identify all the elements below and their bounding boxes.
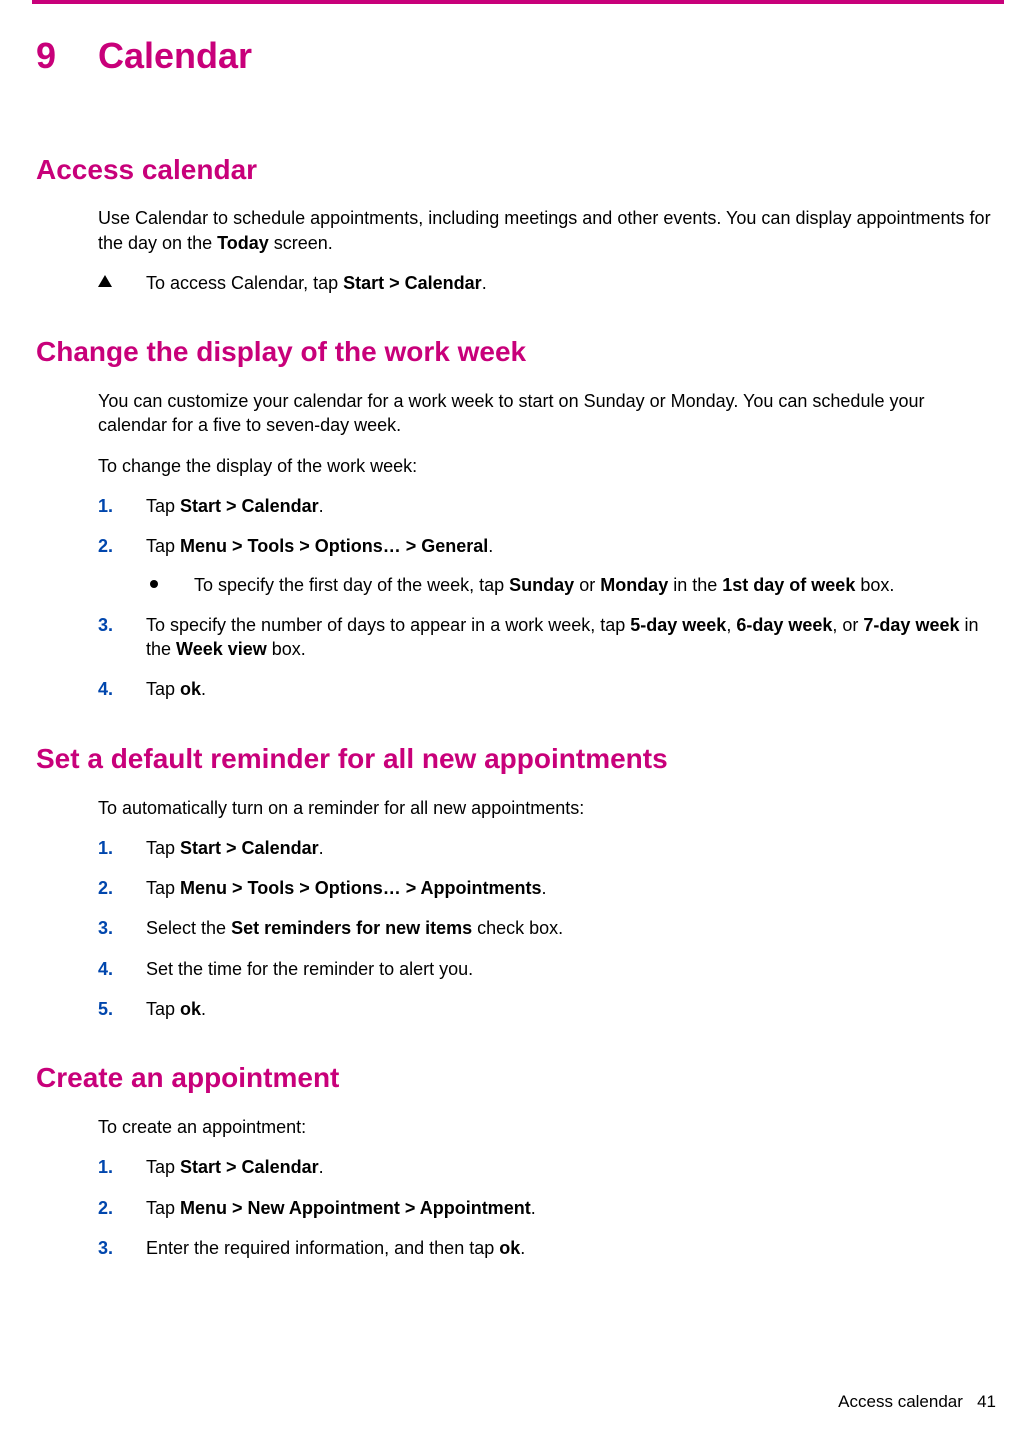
step-item: Set the time for the reminder to alert y… (98, 957, 996, 981)
page-content: 9Calendar Access calendar Use Calendar t… (0, 4, 1032, 1260)
section-intro: You can customize your calendar for a wo… (98, 389, 996, 438)
section-heading: Access calendar (36, 151, 996, 189)
step-item: Tap ok. (98, 677, 996, 701)
step-item: Tap Menu > Tools > Options… > General.To… (98, 534, 996, 597)
section-heading: Change the display of the work week (36, 333, 996, 371)
sub-list: To specify the first day of the week, ta… (146, 573, 996, 597)
bullet-item: To access Calendar, tap Start > Calendar… (98, 271, 996, 295)
steps-list: Tap Start > Calendar. Tap Menu > Tools > … (98, 494, 996, 702)
section-lead: To automatically turn on a reminder for … (98, 796, 996, 820)
section-lead: To create an appointment: (98, 1115, 996, 1139)
step-item: Tap Start > Calendar. (98, 1155, 996, 1179)
section-default-reminder: Set a default reminder for all new appoi… (36, 740, 996, 1022)
page-footer: Access calendar 41 (838, 1391, 996, 1414)
section-lead: To change the display of the work week: (98, 454, 996, 478)
chapter-heading: 9Calendar (36, 32, 996, 81)
steps-list: Tap Start > Calendar. Tap Menu > New Appo… (98, 1155, 996, 1260)
step-item: Select the Set reminders for new items c… (98, 916, 996, 940)
step-item: Tap Start > Calendar. (98, 836, 996, 860)
steps-list: Tap Start > Calendar. Tap Menu > Tools > … (98, 836, 996, 1021)
chapter-title: Calendar (98, 35, 252, 76)
step-item: Tap Start > Calendar. (98, 494, 996, 518)
step-item: Enter the required information, and then… (98, 1236, 996, 1260)
section-heading: Create an appointment (36, 1059, 996, 1097)
footer-page-number: 41 (977, 1392, 996, 1411)
bullet-text: To access Calendar, tap Start > Calendar… (146, 271, 996, 295)
sub-item: To specify the first day of the week, ta… (146, 573, 996, 597)
triangle-icon (98, 271, 146, 295)
section-access-calendar: Access calendar Use Calendar to schedule… (36, 151, 996, 296)
chapter-number: 9 (36, 32, 98, 81)
section-work-week: Change the display of the work week You … (36, 333, 996, 701)
step-item: Tap Menu > Tools > Options… > Appointmen… (98, 876, 996, 900)
step-item: Tap Menu > New Appointment > Appointment… (98, 1196, 996, 1220)
footer-title: Access calendar (838, 1392, 963, 1411)
step-item: To specify the number of days to appear … (98, 613, 996, 662)
section-intro: Use Calendar to schedule appointments, i… (98, 206, 996, 255)
step-item: Tap ok. (98, 997, 996, 1021)
section-heading: Set a default reminder for all new appoi… (36, 740, 996, 778)
section-create-appointment: Create an appointment To create an appoi… (36, 1059, 996, 1260)
